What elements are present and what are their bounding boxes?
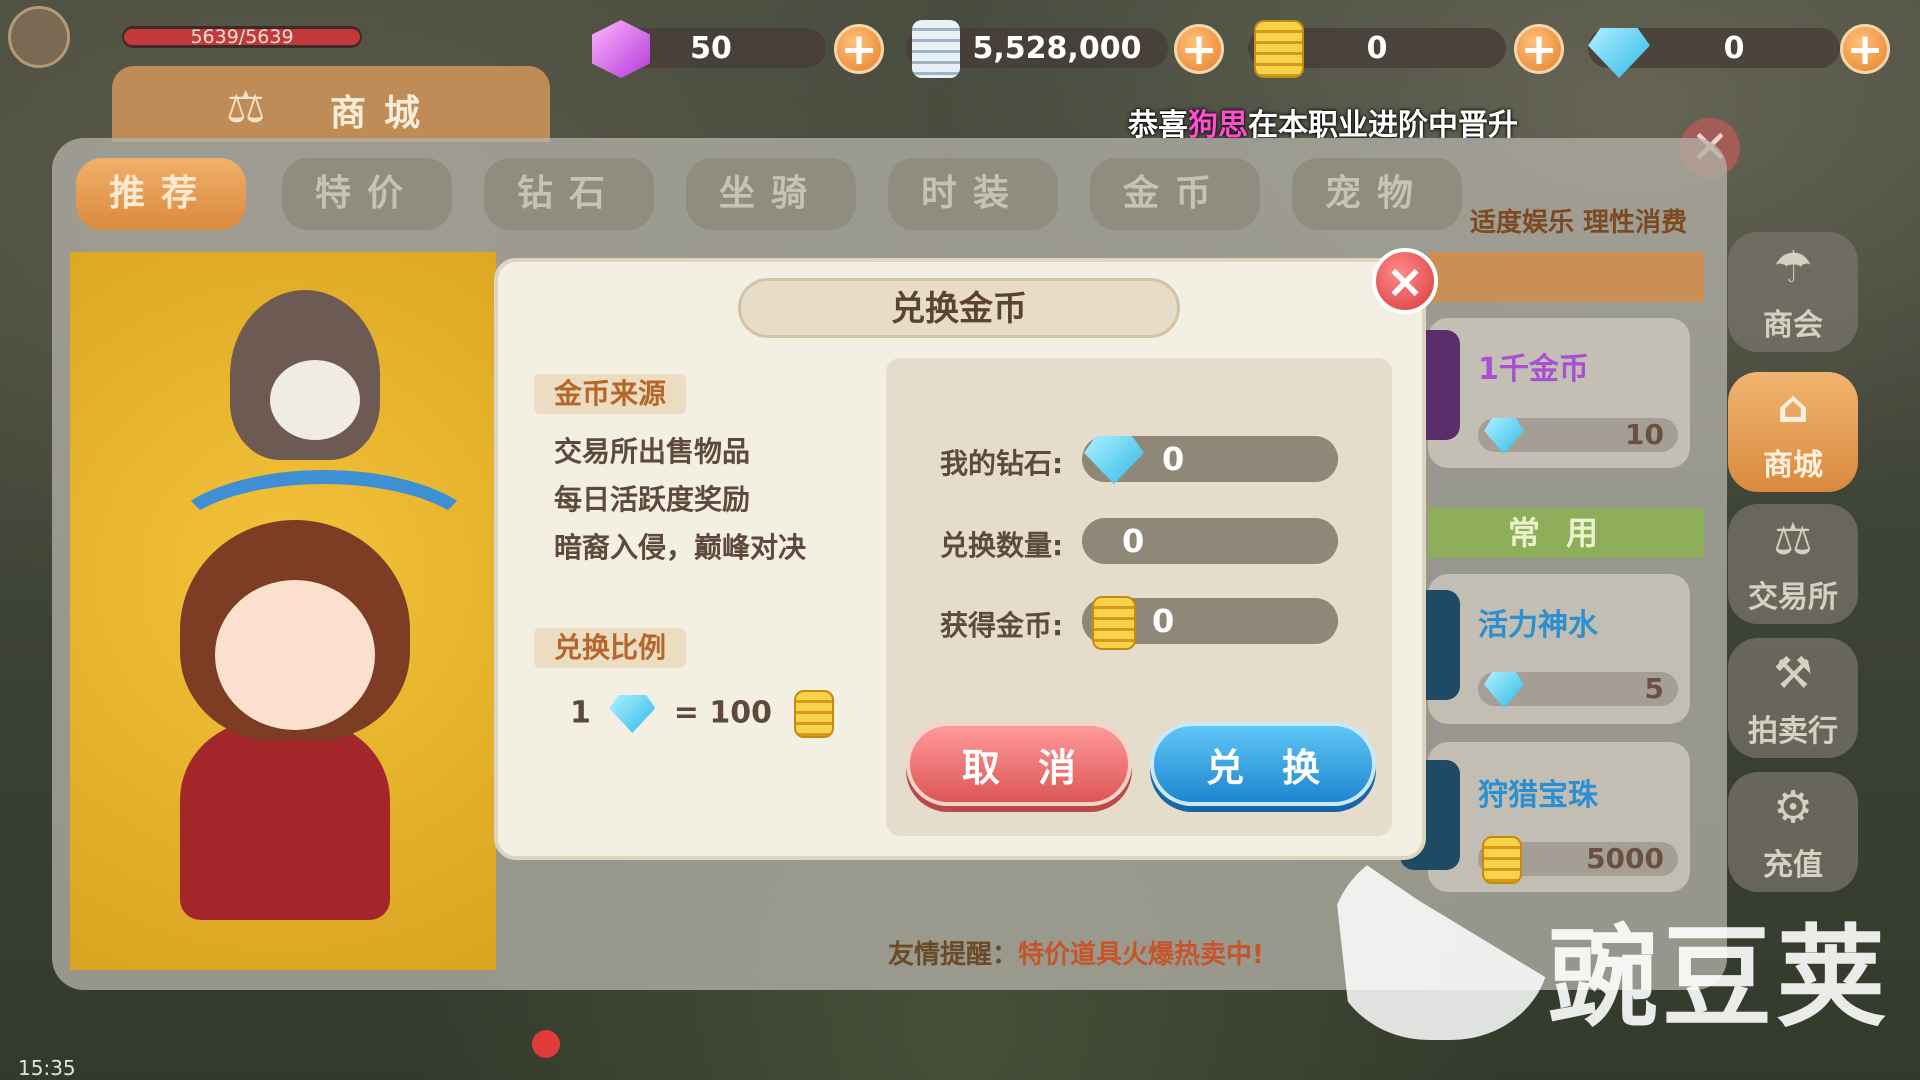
tab-1[interactable]: 特价	[282, 158, 452, 230]
store-item-price: 5	[1478, 672, 1678, 708]
scale-icon: ⚖	[226, 82, 266, 133]
exchange-ratio: 1 = 100	[570, 690, 835, 738]
exchange-confirm-button[interactable]: 兑换	[1150, 722, 1376, 806]
store-item-price-value: 5	[1644, 672, 1664, 705]
tab-6[interactable]: 宠物	[1292, 158, 1462, 230]
add-diamond-button[interactable]: +	[1840, 24, 1890, 74]
hp-bar: 5639/5639	[122, 26, 362, 48]
recharge-icon: ⚙	[1773, 782, 1813, 833]
add-gold-button[interactable]: +	[1514, 24, 1564, 74]
store-item-price: 10	[1478, 418, 1678, 454]
my-diamonds-value: 0	[1162, 440, 1185, 478]
player-avatar[interactable]	[8, 6, 70, 68]
clock-text: 15:35	[18, 1056, 76, 1080]
store-item-price: 5000	[1478, 836, 1678, 884]
gold-source-item: 暗裔入侵，巅峰对决	[554, 531, 807, 564]
store-item-price-value: 5000	[1586, 842, 1664, 875]
store-item-price-value: 10	[1625, 418, 1664, 451]
sidebar-item-label: 交易所	[1748, 580, 1838, 615]
store-slogan: 适度娱乐 理性消费	[1470, 208, 1688, 238]
ratio-gold-amount: = 100	[673, 695, 772, 731]
sidebar-item-label: 商城	[1763, 448, 1823, 483]
tab-3[interactable]: 坐骑	[686, 158, 856, 230]
tab-2[interactable]: 钻石	[484, 158, 654, 230]
gold-source-item: 交易所出售物品	[554, 435, 751, 468]
gold-coin-icon	[1092, 596, 1136, 650]
store-item-name: 狩猎宝珠	[1478, 778, 1598, 813]
diamond-icon	[1484, 418, 1524, 454]
store-item-name: 活力神水	[1478, 608, 1598, 643]
diamond-icon	[609, 695, 656, 733]
sidebar-item-label: 拍卖行	[1748, 714, 1838, 749]
sidebar-item-1[interactable]: ⌂ 商城	[1728, 372, 1858, 492]
sidebar-item-label: 商会	[1763, 308, 1823, 343]
dialog-close-button[interactable]: ×	[1372, 248, 1438, 314]
exchange-ratio-label: 兑换比例	[534, 628, 687, 668]
dialog-title-banner: 兑换金币	[738, 278, 1180, 338]
tip-prefix: 友情提醒：	[888, 940, 1019, 970]
merchant-icon: ☂	[1773, 242, 1813, 293]
shop-icon: ⌂	[1777, 382, 1809, 433]
sidebar-item-label: 充值	[1763, 848, 1823, 883]
gold-coin-icon	[1254, 20, 1304, 78]
exchange-amount-value: 0	[1122, 522, 1145, 560]
gavel-icon: ⚒	[1773, 648, 1813, 699]
store-title: 商城	[330, 93, 439, 134]
common-section-header: 常用	[1428, 508, 1704, 558]
sidebar-item-2[interactable]: ⚖ 交易所	[1728, 504, 1858, 624]
exchange-amount-label: 兑换数量:	[940, 529, 1064, 562]
dialog-title: 兑换金币	[891, 289, 1027, 329]
add-silver-button[interactable]: +	[1174, 24, 1224, 74]
add-purple-gem-button[interactable]: +	[834, 24, 884, 74]
diamond-icon	[1484, 672, 1524, 708]
item-section-header	[1428, 252, 1704, 302]
tab-4[interactable]: 时装	[888, 158, 1058, 230]
gold-source-label: 金币来源	[534, 374, 687, 414]
notification-dot	[532, 1030, 560, 1058]
store-item-name: 1千金币	[1478, 352, 1589, 387]
gold-source-item: 每日活跃度奖励	[554, 483, 751, 516]
sidebar-item-0[interactable]: ☂ 商会	[1728, 232, 1858, 352]
exchange-amount-input[interactable]: 0	[1082, 518, 1338, 564]
gold-coin-icon	[794, 690, 835, 738]
my-diamonds-label: 我的钻石:	[940, 447, 1064, 480]
art-griffin-head	[270, 360, 360, 440]
exchange-icon: ⚖	[1773, 514, 1813, 565]
watermark-text: 豌豆荚	[1548, 914, 1890, 1042]
silver-coin-icon	[912, 20, 960, 78]
hp-text: 5639/5639	[190, 26, 294, 48]
art-girl-face	[215, 580, 375, 730]
tip-text: 特价道具火爆热卖中!	[1018, 940, 1264, 970]
cancel-button[interactable]: 取消	[906, 722, 1132, 806]
gain-gold-label: 获得金币:	[940, 609, 1064, 642]
sidebar-item-4[interactable]: ⚙ 充值	[1728, 772, 1858, 892]
sidebar-item-3[interactable]: ⚒ 拍卖行	[1728, 638, 1858, 758]
gain-gold-value: 0	[1152, 602, 1175, 640]
art-girl-cape	[180, 720, 390, 920]
ratio-diamond-count: 1	[570, 695, 591, 731]
gold-coin-icon	[1482, 836, 1522, 884]
friendly-tip: 友情提醒：特价道具火爆热卖中!	[888, 934, 1264, 971]
tab-5[interactable]: 金币	[1090, 158, 1260, 230]
tab-0[interactable]: 推荐	[76, 158, 246, 230]
